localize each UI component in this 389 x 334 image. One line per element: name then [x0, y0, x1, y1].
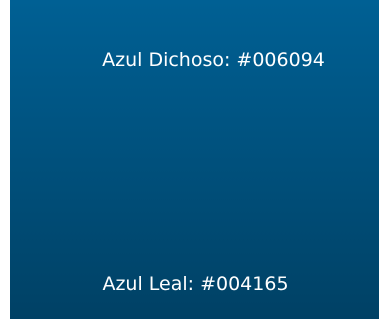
- bottom-color-label: Azul Leal: #004165: [102, 273, 289, 295]
- color-gradient-swatch: Azul Dichoso: #006094 Azul Leal: #004165: [10, 0, 379, 319]
- top-color-label: Azul Dichoso: #006094: [102, 49, 325, 71]
